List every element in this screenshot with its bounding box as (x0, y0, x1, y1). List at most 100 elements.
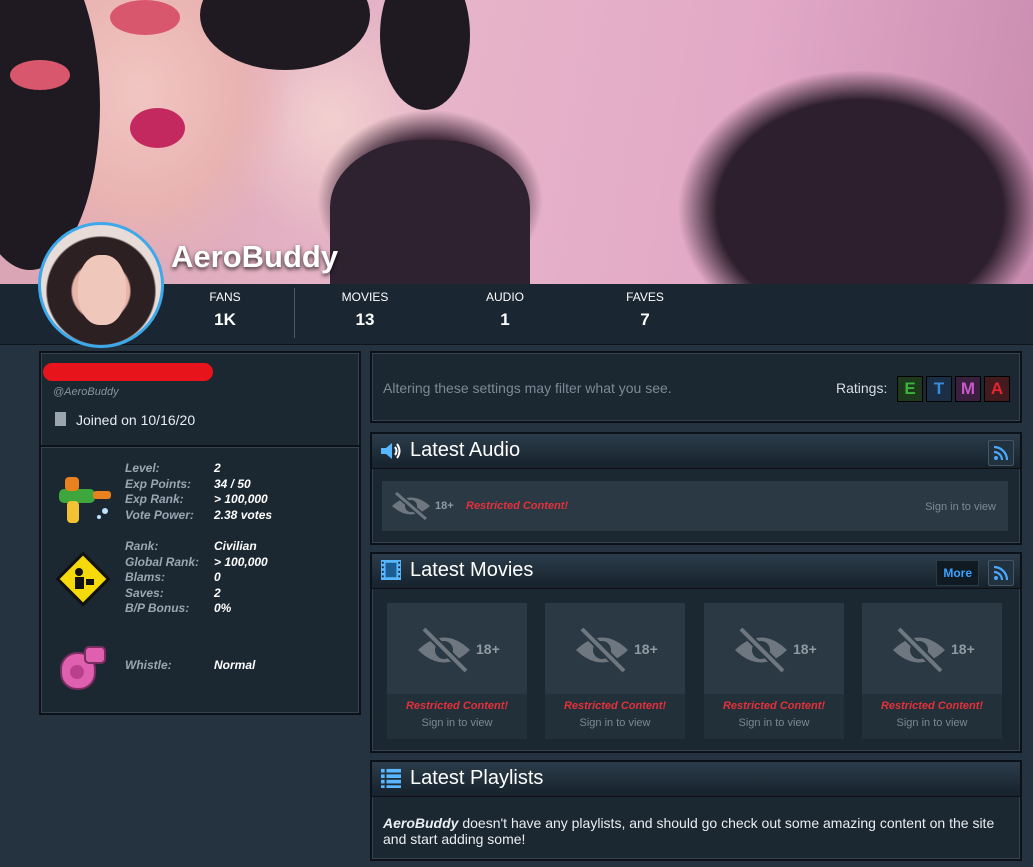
sign-in-link[interactable]: Sign in to view (925, 501, 996, 513)
movies-more-button[interactable]: More (936, 560, 979, 586)
water-gun-icon (59, 477, 111, 523)
stat-label: AUDIO (485, 290, 524, 304)
stat-key: Exp Points: (125, 476, 192, 491)
playlist-user: AeroBuddy (383, 815, 459, 831)
whistle-icon (60, 646, 106, 690)
stat-label: MOVIES (341, 290, 389, 304)
stat-key: Level: (125, 461, 160, 475)
user-info-panel: @AeroBuddy Joined on 10/16/20 (39, 351, 361, 448)
stat-value: 7 (640, 310, 650, 329)
stat-value: 13 (355, 310, 375, 329)
restricted-label: Restricted Content! (405, 700, 509, 712)
movie-card-footer: Restricted Content! Sign in to view (704, 694, 844, 739)
movie-card[interactable]: 18+ Restricted Content! Sign in to view (545, 603, 685, 739)
hidden-eye-icon (418, 626, 470, 674)
stat-val: 2 (214, 585, 221, 600)
movie-card-footer: Restricted Content! Sign in to view (387, 694, 527, 739)
ratings-label: Ratings: (836, 380, 888, 396)
stat-key: Exp Rank: (125, 492, 184, 506)
movie-card[interactable]: 18+ Restricted Content! Sign in to view (862, 603, 1002, 739)
stat-value: 1K (214, 310, 236, 329)
sign-in-link[interactable]: Sign in to view (704, 717, 844, 729)
user-level-panel: Level: 2 Exp Points: 34 / 50 Exp Rank: > 10… (39, 445, 361, 715)
hidden-eye-icon (392, 491, 430, 521)
stat-val: 2.38 votes (214, 507, 273, 522)
stat-audio[interactable]: AUDIO 1 (440, 290, 570, 330)
movie-card[interactable]: 18+ Restricted Content! Sign in to view (387, 603, 527, 739)
rating-e-toggle[interactable]: E (897, 376, 923, 402)
stat-key: Vote Power: (125, 507, 194, 522)
age-badge: 18+ (435, 500, 454, 512)
content-filter-panel: Altering these settings may filter what … (370, 351, 1022, 423)
rating-m-toggle[interactable]: M (955, 376, 981, 402)
rss-icon (993, 445, 1009, 461)
stat-val: Normal (214, 658, 256, 672)
stat-value: 1 (500, 310, 510, 329)
restricted-label: Restricted Content! (722, 700, 826, 712)
latest-movies-panel: Latest Movies More 18+ Restricted Conten… (370, 552, 1022, 753)
joined-text: Joined on 10/16/20 (76, 412, 196, 428)
sign-in-link[interactable]: Sign in to view (545, 717, 685, 729)
stat-val: 0 (214, 570, 221, 584)
section-title: Latest Movies (410, 559, 534, 581)
rating-letter: A (990, 379, 1004, 398)
section-header: Latest Playlists (372, 762, 1020, 797)
movie-card[interactable]: 18+ Restricted Content! Sign in to view (704, 603, 844, 739)
hidden-eye-icon (893, 626, 945, 674)
age-badge: 18+ (476, 641, 500, 657)
redaction-mark (43, 363, 213, 381)
sign-in-link[interactable]: Sign in to view (862, 717, 1002, 729)
stat-val: 2 (214, 461, 221, 475)
rating-letter: E (904, 379, 916, 398)
rating-a-toggle[interactable]: A (984, 376, 1010, 402)
sign-in-link[interactable]: Sign in to view (387, 717, 527, 729)
profile-username: AeroBuddy (171, 239, 339, 274)
movie-card-footer: Restricted Content! Sign in to view (862, 694, 1002, 739)
section-title: Latest Playlists (410, 767, 544, 789)
stat-movies[interactable]: MOVIES 13 (300, 290, 430, 330)
audio-rss-button[interactable] (988, 440, 1014, 466)
section-title: Latest Audio (410, 439, 521, 461)
age-badge: 18+ (951, 641, 975, 657)
age-badge: 18+ (634, 641, 658, 657)
list-icon (381, 768, 401, 788)
stat-key: Whistle: (125, 658, 172, 672)
section-header: Latest Movies More (372, 554, 1020, 589)
restricted-label: Restricted Content! (466, 500, 569, 512)
stat-key: Blams: (125, 570, 166, 584)
playlist-message-text: doesn't have any playlists, and should g… (383, 815, 995, 847)
rating-t-toggle[interactable]: T (926, 376, 952, 402)
latest-playlists-panel: Latest Playlists AeroBuddy doesn't have … (370, 760, 1022, 861)
rss-icon (993, 565, 1009, 581)
filter-message: Altering these settings may filter what … (383, 380, 672, 396)
stat-val: 0% (214, 601, 232, 615)
stat-label: FAVES (626, 290, 664, 304)
rating-letter: M (960, 379, 976, 398)
stat-fans[interactable]: FANS 1K (160, 290, 290, 330)
stat-divider (294, 288, 295, 338)
rating-letter: T (933, 379, 945, 398)
stat-label: FANS (209, 290, 241, 304)
calendar-icon (55, 412, 66, 426)
audio-item-restricted[interactable]: 18+ Restricted Content! Sign in to view (382, 481, 1008, 531)
profile-avatar[interactable] (38, 222, 164, 348)
speaker-icon (381, 443, 401, 459)
restricted-label: Restricted Content! (563, 700, 667, 712)
stat-val: 34 / 50 (214, 476, 251, 491)
age-badge: 18+ (793, 641, 817, 657)
section-header: Latest Audio (372, 434, 1020, 469)
civilian-rank-icon (55, 551, 111, 607)
movie-card-footer: Restricted Content! Sign in to view (545, 694, 685, 739)
stat-key: Rank: (125, 539, 159, 553)
stat-val: > 100,000 (214, 554, 268, 569)
no-playlists-message: AeroBuddy doesn't have any playlists, an… (383, 815, 1008, 847)
stat-key: Global Rank: (125, 554, 200, 569)
hidden-eye-icon (735, 626, 787, 674)
profile-banner (0, 0, 1033, 284)
movies-rss-button[interactable] (988, 560, 1014, 586)
stat-key: Saves: (125, 585, 164, 600)
hidden-eye-icon (576, 626, 628, 674)
stat-val: > 100,000 (214, 492, 268, 506)
user-handle: @AeroBuddy (53, 386, 119, 398)
stat-faves[interactable]: FAVES 7 (580, 290, 710, 330)
